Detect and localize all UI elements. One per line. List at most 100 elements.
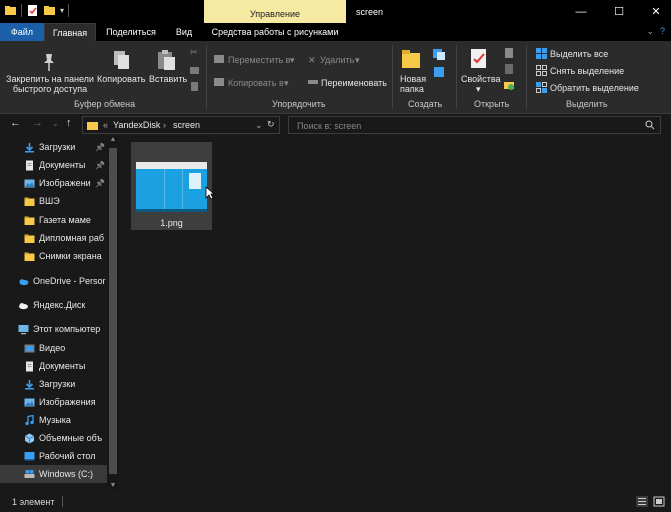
status-bar: 1 элемент [0, 492, 671, 512]
sidebar-item[interactable]: ВШЭ [0, 192, 107, 210]
sidebar-item-label: Рабочий стол [39, 451, 96, 461]
cut-icon[interactable]: ✂ [190, 47, 198, 57]
rename-button[interactable]: Переименовать [321, 78, 387, 88]
recent-locations-chevron-icon[interactable]: ⌄ [52, 119, 59, 128]
new-folder-icon[interactable] [43, 4, 56, 17]
invert-selection-icon[interactable] [536, 82, 547, 93]
collapse-ribbon-icon[interactable]: ⌄ [646, 26, 654, 37]
maximize-icon[interactable]: ☐ [604, 0, 634, 23]
delete-button[interactable]: Удалить [320, 55, 354, 65]
scroll-up-icon[interactable]: ▲ [107, 136, 119, 146]
search-icon[interactable] [645, 120, 655, 130]
easy-access-icon[interactable] [432, 65, 446, 79]
select-all-button[interactable]: Выделить все [550, 49, 608, 59]
paste-icon[interactable] [155, 49, 177, 71]
select-none-icon[interactable] [536, 65, 547, 76]
new-folder-icon[interactable] [400, 47, 422, 71]
sidebar-item[interactable]: Газета маме [0, 211, 107, 229]
scrollbar-thumb[interactable] [109, 148, 117, 474]
sidebar-item[interactable]: Документы 📌 [0, 156, 107, 174]
paste-button[interactable]: Вставить [149, 74, 187, 84]
large-icons-view-icon[interactable] [653, 496, 665, 507]
search-input[interactable]: Поиск в: screen [297, 121, 361, 131]
properties-icon[interactable] [26, 4, 39, 17]
copy-path-icon[interactable] [189, 65, 200, 76]
contextual-tab-manage[interactable]: Управление [204, 0, 346, 23]
pin-icon[interactable] [38, 51, 60, 73]
tab-picture-tools[interactable]: Средства работы с рисунками [204, 23, 346, 41]
sidebar-item[interactable]: Документы [0, 357, 107, 375]
details-view-icon[interactable] [636, 496, 648, 507]
help-icon[interactable]: ? [660, 26, 665, 37]
sidebar-item[interactable]: Изображени 📌 [0, 174, 107, 192]
overflow-chevron[interactable]: « [103, 120, 108, 130]
close-icon[interactable]: ✕ [641, 0, 671, 23]
tab-share[interactable]: Поделиться [100, 23, 162, 41]
folder-icon [24, 196, 35, 207]
search-box[interactable]: Поиск в: screen [288, 116, 661, 134]
sidebar-item-label: Загрузки [39, 379, 76, 389]
sidebar-item[interactable]: Windows (C:) [0, 465, 107, 483]
move-to-button[interactable]: Переместить в [228, 55, 290, 65]
breadcrumb-yandexdisk[interactable]: YandexDisk [113, 120, 160, 130]
breadcrumb-screen[interactable]: screen [173, 120, 200, 130]
sidebar-item[interactable]: Рабочий стол [0, 447, 107, 465]
copy-to-icon[interactable] [213, 76, 225, 88]
forward-arrow-icon[interactable]: → [32, 117, 43, 129]
folder-icon [24, 233, 35, 244]
new-folder-button[interactable]: Новая папка [400, 74, 430, 94]
sidebar-item[interactable]: Изображения [0, 393, 107, 411]
invert-selection-button[interactable]: Обратить выделение [550, 83, 639, 93]
file-item[interactable]: 1.png [131, 142, 215, 230]
properties-button[interactable]: Свойства [461, 74, 501, 84]
sidebar-item-label: Яндекс.Диск [33, 300, 86, 310]
tab-home[interactable]: Главная [44, 23, 96, 41]
sidebar-item[interactable]: Снимки экрана [0, 247, 107, 265]
sidebar-item-label: Изображени [39, 178, 91, 188]
sidebar-item[interactable]: Дипломная раб [0, 229, 107, 247]
properties-icon[interactable] [468, 47, 490, 71]
sidebar-item[interactable]: Яндекс.Диск [0, 296, 107, 314]
music-icon [24, 414, 35, 426]
delete-icon[interactable]: ✕ [308, 55, 316, 65]
customize-chevron-icon[interactable]: ▾ [60, 6, 64, 15]
sidebar-item-label: Windows (C:) [39, 469, 94, 479]
copy-button[interactable]: Копировать [97, 74, 145, 84]
move-to-icon[interactable] [213, 53, 225, 65]
scroll-down-icon[interactable]: ▼ [107, 482, 119, 492]
sidebar-item[interactable]: Видео [0, 339, 107, 357]
sidebar-item[interactable]: Загрузки [0, 375, 107, 393]
sidebar-item[interactable]: Музыка [0, 411, 107, 429]
refresh-icon[interactable]: ↻ [267, 119, 275, 130]
back-arrow-icon[interactable]: ← [10, 117, 21, 129]
address-bar[interactable]: « YandexDisk › screen ⌄ ↻ [82, 116, 280, 134]
paste-shortcut-icon[interactable] [189, 81, 200, 92]
copy-icon[interactable] [111, 49, 133, 71]
sidebar-item[interactable]: Этот компьютер [0, 320, 107, 338]
new-item-icon[interactable] [432, 47, 446, 61]
download-icon [24, 379, 35, 390]
up-arrow-icon[interactable]: ↑ [66, 117, 72, 129]
sidebar-item[interactable]: Загрузки 📌 [0, 138, 107, 156]
pin-to-quick-access-button[interactable]: Закрепить на панели быстрого доступа [4, 74, 96, 94]
item-count: 1 элемент [12, 497, 55, 507]
edit-icon[interactable] [503, 63, 515, 75]
documents-icon [24, 160, 35, 171]
divider [456, 45, 457, 109]
sidebar-item[interactable]: OneDrive - Persor [0, 272, 107, 290]
open-icon[interactable] [503, 47, 515, 59]
history-icon[interactable] [503, 79, 515, 91]
address-dropdown-icon[interactable]: ⌄ [255, 120, 263, 131]
drive-icon [24, 469, 35, 480]
select-none-button[interactable]: Снять выделение [550, 66, 624, 76]
navigation-scrollbar[interactable]: ▲ ▼ [107, 136, 119, 492]
copy-to-button[interactable]: Копировать в [228, 78, 284, 88]
minimize-icon[interactable]: — [566, 0, 596, 23]
tab-view[interactable]: Вид [166, 23, 202, 41]
select-all-icon[interactable] [536, 48, 547, 59]
tab-file[interactable]: Файл [0, 23, 44, 41]
pin-icon: 📌 [95, 160, 105, 170]
sidebar-item[interactable]: Объемные объ [0, 429, 107, 447]
sidebar-item-label: Этот компьютер [33, 324, 101, 334]
rename-icon[interactable] [307, 76, 319, 88]
